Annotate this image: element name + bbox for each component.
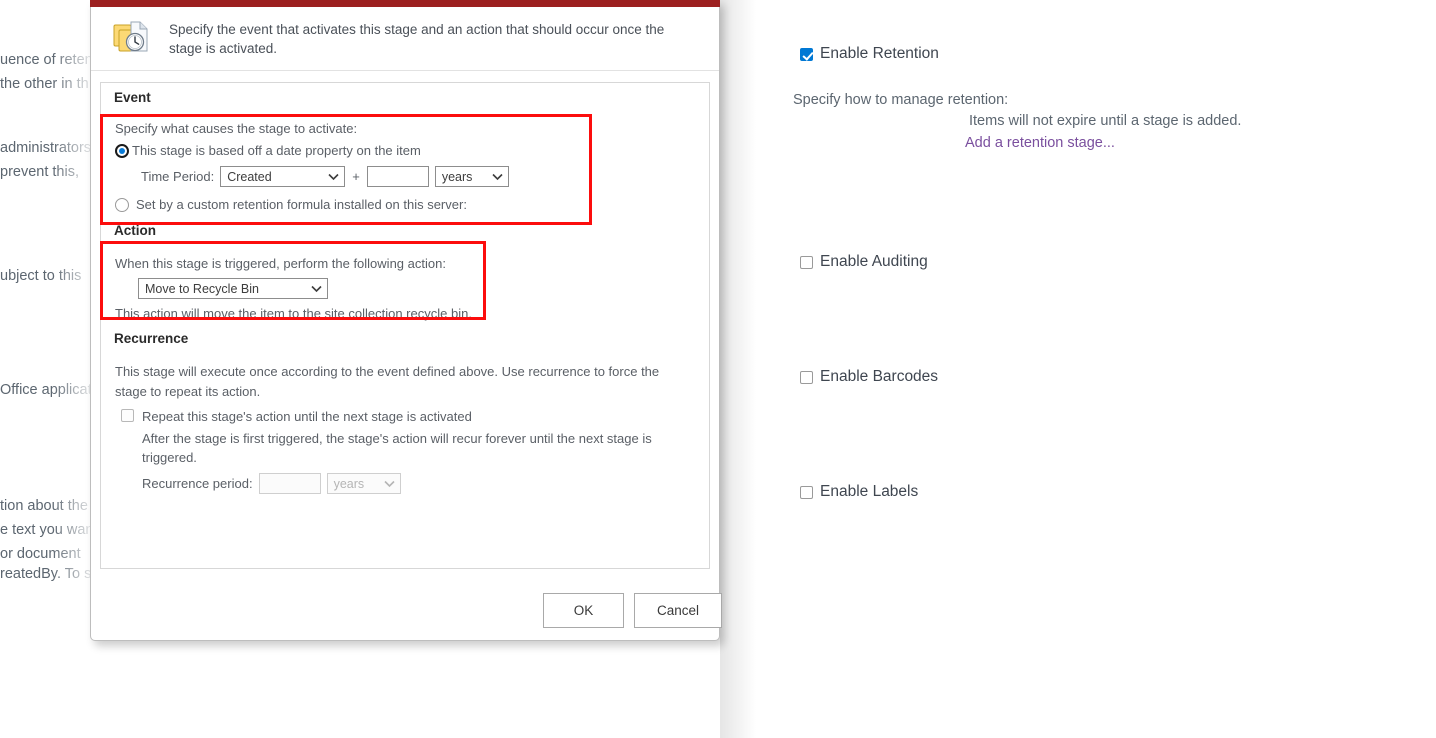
enable-labels-checkbox[interactable] [800,486,813,499]
background-text-fragment: uence of reten [0,52,93,68]
plus-sign: + [352,169,360,184]
stage-settings-panel: Event Specify what causes the stage to a… [100,82,710,569]
enable-auditing-checkbox[interactable] [800,256,813,269]
time-period-unit-select[interactable]: years [434,166,509,187]
chevron-down-icon [311,282,322,296]
action-prompt: When this stage is triggered, perform th… [115,256,446,271]
recurrence-period-input[interactable] [258,473,321,494]
event-option-custom-formula-row[interactable]: Set by a custom retention formula instal… [115,195,585,214]
action-description: This action will move the item to the si… [115,306,472,321]
background-fade-overlay [0,0,95,738]
chevron-down-icon [383,477,395,491]
event-prompt: Specify what causes the stage to activat… [115,121,358,136]
retention-stage-icon [111,17,151,57]
repeat-stage-help-text: After the stage is first triggered, the … [142,431,652,465]
dialog-header-description: Specify the event that activates this st… [169,22,665,56]
event-section-title: Event [114,90,151,105]
background-text-fragment: ubject to this [0,268,82,284]
time-period-unit-value: years [441,169,473,184]
dialog-accent-bar [90,0,720,7]
time-period-amount-input[interactable] [366,166,429,187]
time-period-row: Time Period: Created + years [141,166,585,187]
background-text-fragment: the other in th [0,76,89,92]
event-section-body: Specify what causes the stage to activat… [115,119,585,214]
background-text-fragment: tion about the [0,498,88,514]
enable-auditing-row[interactable]: Enable Auditing [800,252,928,272]
recurrence-description: This stage will execute once according t… [115,364,660,399]
event-date-property-radio[interactable] [115,143,129,158]
recurrence-period-unit-select[interactable]: years [326,473,401,494]
event-custom-formula-label: Set by a custom retention formula instal… [136,197,467,212]
event-custom-formula-radio[interactable] [115,197,129,212]
background-text-fragment: administrators [0,140,92,156]
chevron-down-icon [492,170,503,184]
recurrence-section-body: This stage will execute once according t… [115,362,693,494]
enable-retention-row[interactable]: Enable Retention [800,44,939,64]
action-section-body: When this stage is triggered, perform th… [115,254,585,323]
information-management-policy-settings: Enable Retention Specify how to manage r… [793,0,1393,738]
recurrence-period-row: Recurrence period: years [142,473,693,494]
enable-barcodes-label: Enable Barcodes [820,368,939,385]
recurrence-period-label: Recurrence period: [142,476,253,491]
retention-status-text: Items will not expire until a stage is a… [969,113,1242,129]
event-option-date-property-row[interactable]: This stage is based off a date property … [115,141,585,160]
repeat-stage-checkbox[interactable] [121,409,134,422]
time-period-select[interactable]: Created [220,166,346,187]
action-select-value: Move to Recycle Bin [145,281,259,296]
background-text-fragment: reatedBy. To s [0,566,92,582]
event-date-property-label: This stage is based off a date property … [132,143,421,158]
retention-intro-text: Specify how to manage retention: [793,92,1009,108]
add-retention-stage-link[interactable]: Add a retention stage... [965,133,1115,154]
enable-labels-label: Enable Labels [820,483,919,500]
enable-retention-label: Enable Retention [820,45,939,62]
enable-auditing-label: Enable Auditing [820,253,928,270]
recurrence-period-unit-value: years [333,476,365,491]
recurrence-section-title: Recurrence [114,331,189,346]
screen: uence of reten the other in th administr… [0,0,1436,738]
background-text-fragment: Office applicati [0,382,95,398]
dialog-header: Specify the event that activates this st… [91,7,719,71]
cancel-button[interactable]: Cancel [634,593,722,628]
action-section-title: Action [114,223,156,238]
action-select[interactable]: Move to Recycle Bin [138,278,328,299]
enable-labels-row[interactable]: Enable Labels [800,482,918,502]
chevron-down-icon [328,170,339,184]
time-period-label: Time Period: [141,169,215,184]
time-period-select-value: Created [227,169,272,184]
enable-retention-checkbox[interactable] [800,48,813,61]
enable-barcodes-checkbox[interactable] [800,371,813,384]
repeat-stage-row[interactable]: Repeat this stage's action until the nex… [121,407,693,426]
ok-button[interactable]: OK [543,593,624,628]
background-text-fragment: e text you wan [0,522,94,538]
enable-barcodes-row[interactable]: Enable Barcodes [800,367,938,387]
repeat-stage-label: Repeat this stage's action until the nex… [142,409,472,424]
background-text-fragment: prevent this, [0,164,79,180]
